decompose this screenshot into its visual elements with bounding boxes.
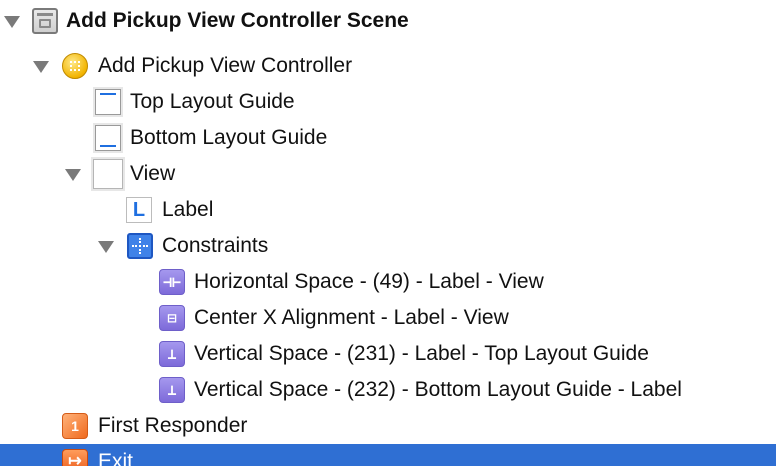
outline-row-constraint[interactable]: ⊟ Center X Alignment - Label - View: [0, 300, 776, 336]
outline-row-constraint[interactable]: ⊣⊢ Horizontal Space - (49) - Label - Vie…: [0, 264, 776, 300]
label-item-label: Label: [162, 198, 214, 221]
outline-row-top-layout-guide[interactable]: Top Layout Guide: [0, 84, 776, 120]
exit-label: Exit: [98, 450, 134, 466]
document-outline: Add Pickup View Controller Scene Add Pic…: [0, 0, 776, 466]
outline-row-first-responder[interactable]: 1 First Responder: [0, 408, 776, 444]
constraints-icon: [127, 233, 153, 259]
disclosure-expanded-icon[interactable]: [98, 241, 114, 253]
storyboard-scene-icon: [32, 8, 58, 34]
outline-row-view[interactable]: View: [0, 156, 776, 192]
horizontal-space-constraint-icon: ⊣⊢: [159, 269, 185, 295]
outline-row-label[interactable]: L Label: [0, 192, 776, 228]
view-icon: [93, 159, 123, 189]
layout-guide-icon: [95, 89, 121, 115]
constraints-label: Constraints: [162, 234, 269, 257]
outline-row-constraints[interactable]: Constraints: [0, 228, 776, 264]
outline-row-view-controller[interactable]: Add Pickup View Controller: [0, 48, 776, 84]
outline-row-constraint[interactable]: ⊥ Vertical Space - (231) - Label - Top L…: [0, 336, 776, 372]
constraint-label: Vertical Space - (232) - Bottom Layout G…: [194, 378, 682, 401]
outline-row-scene[interactable]: Add Pickup View Controller Scene: [0, 3, 776, 39]
center-x-constraint-icon: ⊟: [159, 305, 185, 331]
vertical-space-constraint-icon: ⊥: [159, 341, 185, 367]
first-responder-icon: 1: [62, 413, 88, 439]
first-responder-label: First Responder: [98, 414, 248, 437]
view-label: View: [130, 162, 176, 185]
constraint-label: Horizontal Space - (49) - Label - View: [194, 270, 544, 293]
exit-icon: ↦: [62, 449, 88, 466]
disclosure-expanded-icon[interactable]: [65, 169, 81, 181]
outline-row-constraint[interactable]: ⊥ Vertical Space - (232) - Bottom Layout…: [0, 372, 776, 408]
view-controller-label: Add Pickup View Controller: [98, 54, 353, 77]
label-icon: L: [126, 197, 152, 223]
outline-row-bottom-layout-guide[interactable]: Bottom Layout Guide: [0, 120, 776, 156]
top-layout-guide-label: Top Layout Guide: [130, 90, 295, 113]
disclosure-expanded-icon[interactable]: [4, 16, 20, 28]
bottom-layout-guide-label: Bottom Layout Guide: [130, 126, 328, 149]
scene-title: Add Pickup View Controller Scene: [66, 9, 409, 32]
constraint-label: Vertical Space - (231) - Label - Top Lay…: [194, 342, 649, 365]
vertical-space-constraint-icon: ⊥: [159, 377, 185, 403]
layout-guide-icon: [95, 125, 121, 151]
disclosure-expanded-icon[interactable]: [33, 61, 49, 73]
outline-row-exit[interactable]: ↦ Exit: [0, 444, 776, 466]
view-controller-icon: [62, 53, 88, 79]
constraint-label: Center X Alignment - Label - View: [194, 306, 509, 329]
